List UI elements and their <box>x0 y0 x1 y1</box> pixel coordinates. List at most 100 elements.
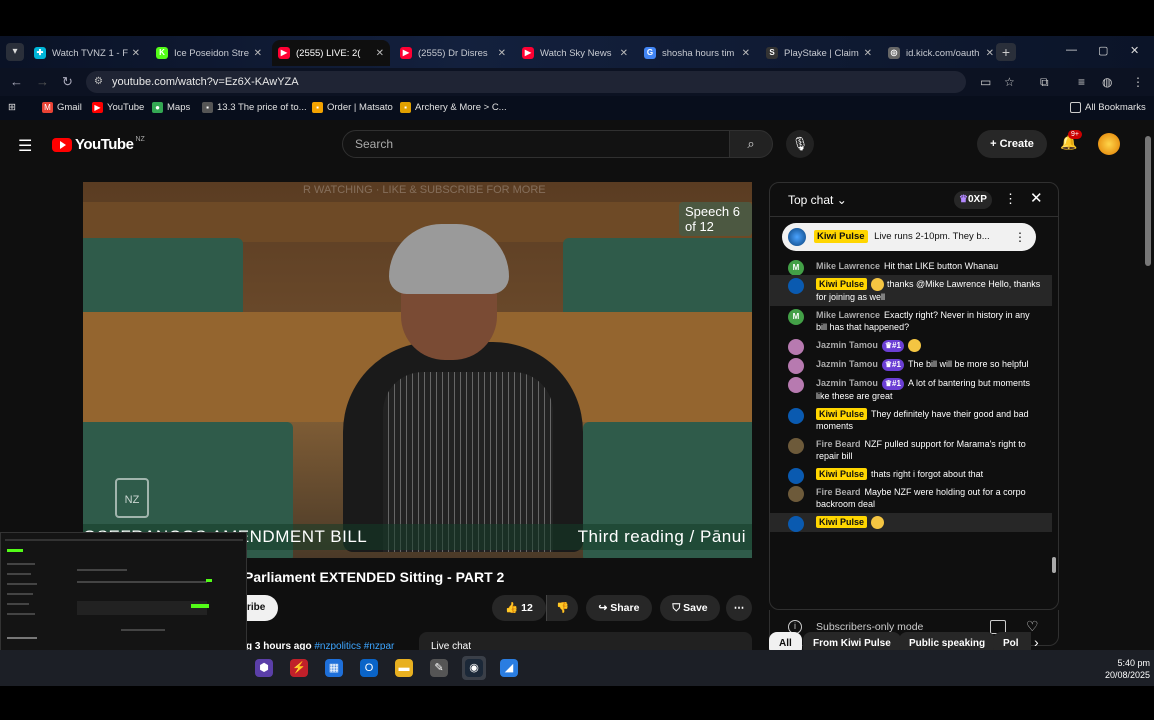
bookmark-item[interactable]: M Gmail <box>42 102 82 113</box>
paint-icon[interactable]: ◢ <box>497 656 521 680</box>
browser-tab[interactable]: ▶ (2555) Dr Disres ✕ <box>394 40 512 66</box>
pinned-message[interactable]: Kiwi Pulse Live runs 2-10pm. They b... ⋮ <box>782 223 1036 251</box>
chat-scrollbar[interactable] <box>1051 257 1057 575</box>
bookmark-star-icon[interactable]: ☆ <box>1004 75 1015 89</box>
search-button[interactable]: ⌕ <box>729 130 773 158</box>
tab-search-icon[interactable]: ▾ <box>6 43 24 61</box>
app-icon[interactable]: ⬢ <box>252 656 276 680</box>
close-tab-icon[interactable]: ✕ <box>132 48 140 59</box>
close-tab-icon[interactable]: ✕ <box>986 48 994 59</box>
chat-author[interactable]: Kiwi Pulse <box>816 516 868 529</box>
chat-message[interactable]: Kiwi Pulse They definitely have their goo… <box>770 405 1052 435</box>
back-icon[interactable]: ← <box>10 74 23 89</box>
forward-icon[interactable]: → <box>36 74 49 89</box>
youtube-logo[interactable]: YouTube NZ <box>52 136 145 153</box>
pen-icon[interactable]: ✎ <box>427 656 451 680</box>
browser-tab[interactable]: S PlayStake | Claim ✕ <box>760 40 878 66</box>
guide-menu-icon[interactable]: ☰ <box>18 136 32 156</box>
close-tab-icon[interactable]: ✕ <box>376 48 384 59</box>
more-actions-button[interactable]: ⋯ <box>726 595 752 621</box>
browser-tab[interactable]: K Ice Poseidon Stre ✕ <box>150 40 268 66</box>
xp-badge[interactable]: ♛0XP <box>954 191 992 209</box>
chat-message[interactable]: Fire Beard Maybe NZF were holding out for… <box>770 483 1052 513</box>
menu-icon[interactable]: ⋮ <box>1132 75 1144 89</box>
close-window-icon[interactable]: ✕ <box>1130 44 1139 57</box>
top-chat-dropdown[interactable]: Top chat ⌄ <box>788 193 847 207</box>
share-button[interactable]: ↪ Share <box>586 595 652 621</box>
tab-row[interactable] <box>77 569 127 571</box>
system-clock[interactable]: 5:40 pm 20/08/2025 <box>1100 657 1150 681</box>
chat-message[interactable]: Jazmin Tamou ♛#1 The bill will be more so … <box>770 355 1052 375</box>
list-item[interactable] <box>7 573 31 575</box>
bookmark-item[interactable]: ● Maps <box>152 102 190 113</box>
chat-message[interactable]: Kiwi Pulse <box>770 513 1052 533</box>
create-button[interactable]: + Create <box>977 130 1047 158</box>
close-tab-icon[interactable]: ✕ <box>620 48 628 59</box>
cast-icon[interactable]: ▭ <box>980 75 991 89</box>
profile-icon[interactable]: ◍ <box>1102 75 1112 89</box>
browser-tab[interactable]: ▶ (2555) LIVE: 2(✕ <box>272 40 390 66</box>
chat-author[interactable]: Mike Lawrence <box>816 310 880 320</box>
store-icon[interactable]: ▦ <box>322 656 346 680</box>
reload-icon[interactable]: ↻ <box>62 74 73 90</box>
address-bar[interactable]: ⚙ youtube.com/watch?v=Ez6X-KAwYZA <box>86 71 966 93</box>
chat-author[interactable]: Jazmin Tamou <box>816 359 878 369</box>
chat-menu-icon[interactable]: ⋮ <box>1004 191 1017 207</box>
list-item[interactable] <box>7 593 33 595</box>
search-input[interactable]: Search <box>342 130 730 158</box>
page-scroll-thumb[interactable] <box>1145 136 1151 266</box>
bookmark-item[interactable]: ▪ 13.3 The price of to... <box>202 102 307 113</box>
browser-tab[interactable]: Gshosha hours tim ✕ <box>638 40 756 66</box>
chat-messages[interactable]: M Mike Lawrence Hit that LIKE button Whana… <box>770 257 1052 575</box>
outlook-icon[interactable]: O <box>357 656 381 680</box>
chat-message[interactable]: Kiwi Pulse thanks @Mike Lawrence Hello, t… <box>770 275 1052 307</box>
video-player[interactable]: R WATCHING · LIKE & SUBSCRIBE FOR MORE S… <box>83 182 752 558</box>
account-avatar[interactable] <box>1098 133 1120 155</box>
chat-message[interactable]: Jazmin Tamou ♛#1 A lot of bantering but mo… <box>770 374 1052 405</box>
chat-author[interactable]: Fire Beard <box>816 439 861 449</box>
media-icon[interactable]: ≡ <box>1078 75 1085 89</box>
like-button[interactable]: 👍 12 <box>492 595 546 621</box>
chevron-right-icon[interactable]: › <box>1034 634 1039 650</box>
chat-message[interactable]: Fire Beard NZF pulled support for Marama'… <box>770 435 1052 465</box>
save-button[interactable]: ⛉ Save <box>660 595 720 621</box>
bookmark-item[interactable]: ▶ YouTube <box>92 102 144 113</box>
browser-tab[interactable]: ✚ Watch TVNZ 1 - F ✕ <box>28 40 146 66</box>
folder-icon[interactable]: ▬ <box>392 656 416 680</box>
chat-author[interactable]: Jazmin Tamou <box>816 340 878 350</box>
close-chat-icon[interactable]: ✕ <box>1030 189 1043 207</box>
chat-message[interactable]: Kiwi Pulse thats right i forgot about tha… <box>770 465 1052 485</box>
steam-icon[interactable]: ◉ <box>462 656 486 680</box>
bookmark-item[interactable]: ▪ Archery & More > C... <box>400 102 507 113</box>
list-item-selected[interactable] <box>7 637 37 639</box>
page-scrollbar[interactable] <box>1144 132 1152 652</box>
chat-author[interactable]: Kiwi Pulse <box>816 278 868 290</box>
bookmark-item[interactable]: ▪ Order | Matsato <box>312 102 393 113</box>
list-item[interactable] <box>7 603 29 605</box>
subscribe-button[interactable]: ribe <box>244 595 278 621</box>
scroll-thumb[interactable] <box>1052 557 1056 573</box>
chat-author[interactable]: Jazmin Tamou <box>816 378 878 388</box>
toggle[interactable] <box>206 579 212 582</box>
list-item[interactable] <box>7 613 35 615</box>
apps-icon[interactable]: ⊞ <box>8 102 16 113</box>
chat-message[interactable]: M Mike Lawrence Hit that LIKE button Whana… <box>770 257 1052 276</box>
pinned-menu-icon[interactable]: ⋮ <box>1014 223 1026 251</box>
bolt-icon[interactable]: ⚡ <box>287 656 311 680</box>
close-tab-icon[interactable]: ✕ <box>864 48 872 59</box>
chat-author[interactable]: Fire Beard <box>816 487 861 497</box>
browser-tab[interactable]: ◎ id.kick.com/oauth ✕ <box>882 40 1000 66</box>
all-bookmarks[interactable]: All Bookmarks <box>1070 102 1146 113</box>
list-item[interactable] <box>7 583 37 585</box>
close-tab-icon[interactable]: ✕ <box>498 48 506 59</box>
site-info-icon[interactable]: ⚙ <box>94 71 103 93</box>
chat-author[interactable]: Mike Lawrence <box>816 261 880 271</box>
dislike-button[interactable]: 👎 <box>546 595 578 621</box>
action-button[interactable] <box>191 604 209 608</box>
chat-message[interactable]: M Mike Lawrence Exactly right? Never in hi… <box>770 306 1052 336</box>
maximize-icon[interactable]: ▢ <box>1098 44 1108 57</box>
chat-message[interactable]: Jazmin Tamou ♛#1 <box>770 336 1052 356</box>
chat-author[interactable]: Kiwi Pulse <box>816 468 868 481</box>
close-tab-icon[interactable]: ✕ <box>254 48 262 59</box>
new-tab-button[interactable]: + <box>996 43 1016 61</box>
